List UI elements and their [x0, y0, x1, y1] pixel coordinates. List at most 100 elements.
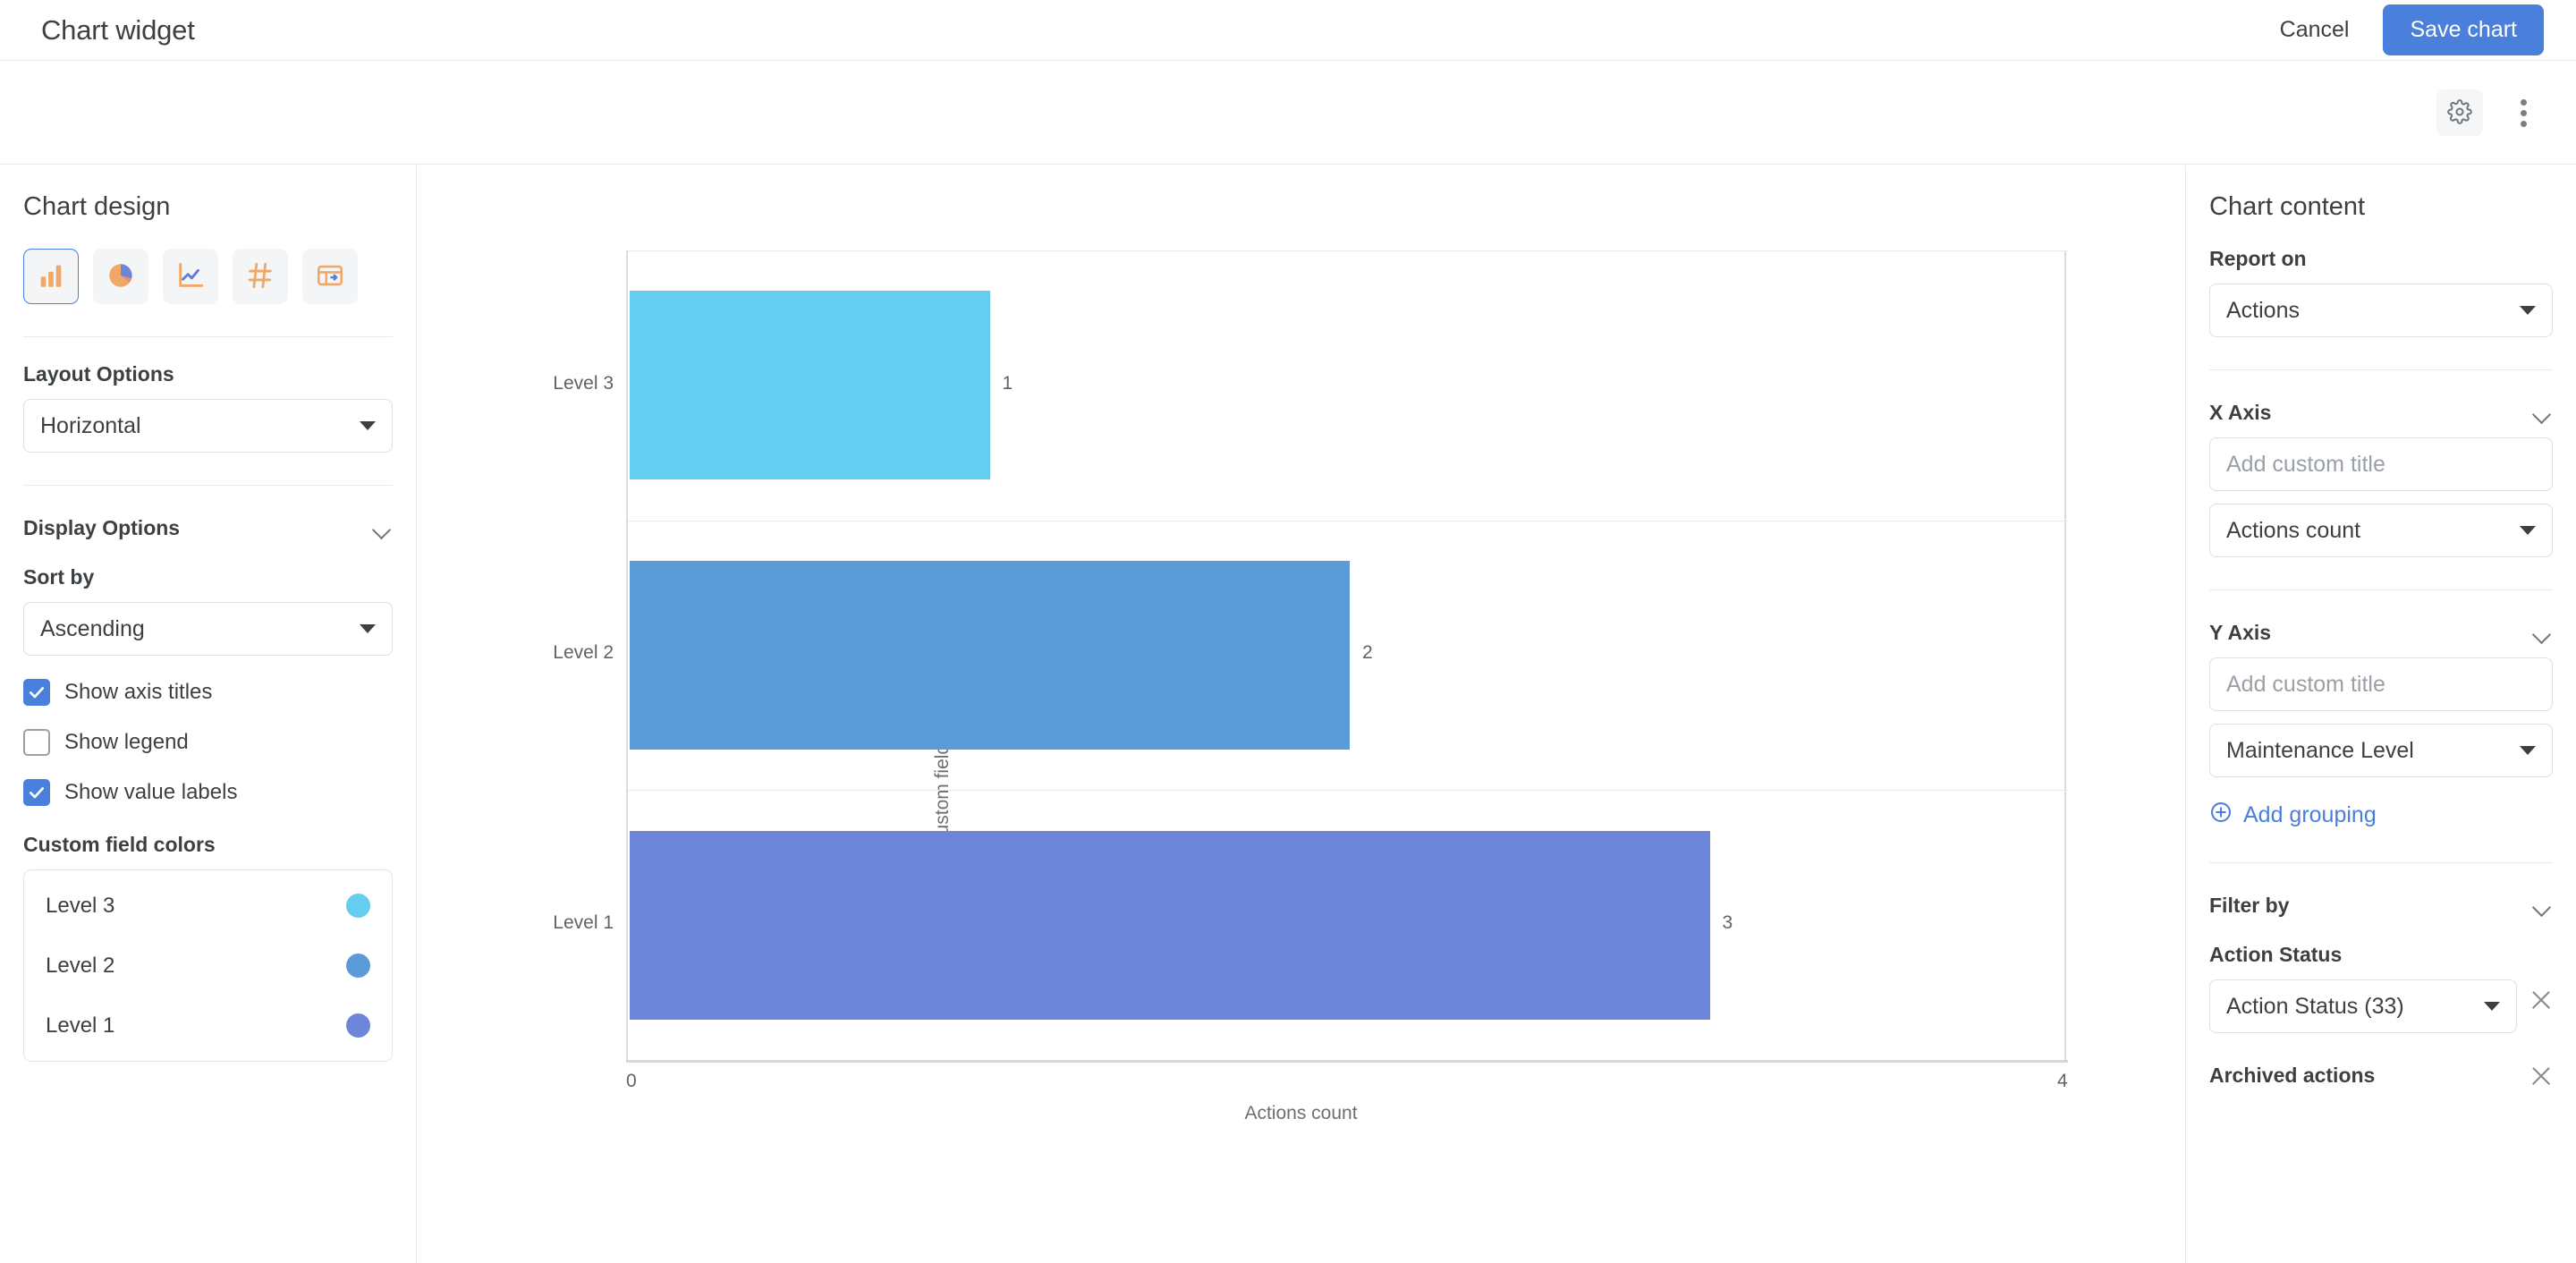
chart-bar[interactable]: Level 3 1: [553, 291, 1013, 480]
action-status-filter-row: Action Status (33): [2209, 967, 2553, 1033]
display-options-header[interactable]: Display Options: [23, 516, 393, 540]
save-chart-button[interactable]: Save chart: [2383, 4, 2544, 55]
chevron-down-icon[interactable]: [2533, 408, 2553, 419]
x-axis-field-select[interactable]: Actions count: [2209, 504, 2553, 557]
y-axis-custom-title-placeholder: Add custom title: [2226, 671, 2385, 697]
remove-action-status-filter-icon[interactable]: [2529, 988, 2553, 1012]
header-actions: Cancel Save chart: [2276, 4, 2544, 55]
chevron-down-icon: [2520, 526, 2536, 535]
y-axis-label: Y Axis: [2209, 621, 2272, 644]
color-item-label: Level 2: [46, 953, 115, 978]
archived-actions-label: Archived actions: [2209, 1064, 2376, 1087]
chart-type-number-button[interactable]: [233, 249, 288, 304]
remove-archived-actions-filter-icon[interactable]: [2529, 1064, 2553, 1088]
divider: [23, 336, 393, 337]
chart-type-bar-button[interactable]: [23, 249, 79, 304]
app-header: Chart widget Cancel Save chart: [0, 0, 2576, 61]
show-legend-label: Show legend: [64, 730, 189, 754]
show-axis-titles-checkbox[interactable]: [23, 679, 50, 706]
chart-plot-area: Level 3 1 Level 2 2 Level 1 3: [553, 250, 2068, 1060]
chart-bar[interactable]: Level 2 2: [553, 560, 1373, 750]
chart-category-label: Level 2: [553, 642, 614, 664]
chart-category-label: Level 1: [553, 912, 614, 934]
report-on-label: Report on: [2209, 247, 2307, 270]
layout-options-value: Horizontal: [40, 412, 141, 438]
color-swatch[interactable]: [346, 1013, 370, 1038]
y-axis-custom-title-field[interactable]: Add custom title: [2209, 657, 2553, 711]
show-legend-checkbox[interactable]: [23, 729, 50, 756]
filter-by-label: Filter by: [2209, 894, 2290, 917]
chart-design-title: Chart design: [23, 192, 171, 221]
x-axis-custom-title-field[interactable]: Add custom title: [2209, 437, 2553, 491]
divider: [2209, 589, 2553, 590]
chart-design-panel: Chart design Layout Options Horizontal D…: [0, 165, 417, 1263]
more-options-button[interactable]: [2503, 89, 2544, 136]
plus-circle-icon: [2209, 801, 2233, 830]
show-value-labels-checkbox[interactable]: [23, 779, 50, 806]
list-item: Level 2: [24, 936, 392, 996]
kebab-menu-icon: [2520, 98, 2527, 106]
list-item: Level 3: [24, 876, 392, 936]
layout-options-label: Layout Options: [23, 362, 174, 386]
chart-type-pie-button[interactable]: [93, 249, 148, 304]
chart-content-title: Chart content: [2209, 192, 2366, 221]
bar-chart-icon: [36, 260, 66, 293]
table-chart-icon: [315, 260, 345, 293]
chevron-down-icon[interactable]: [2533, 628, 2553, 639]
chevron-down-icon: [2520, 306, 2536, 315]
add-grouping-label: Add grouping: [2243, 802, 2377, 827]
sort-by-select[interactable]: Ascending: [23, 602, 393, 656]
chart-x-axis-title: Actions count: [1244, 1103, 1358, 1123]
show-legend-checkbox-row[interactable]: Show legend: [23, 729, 393, 756]
x-axis-header[interactable]: X Axis: [2209, 401, 2553, 425]
pie-chart-icon: [106, 260, 136, 293]
action-status-value: Action Status (33): [2226, 993, 2404, 1019]
chart-bar[interactable]: Level 1 3: [553, 830, 1733, 1020]
x-axis-field-value: Actions count: [2226, 517, 2361, 543]
chart-x-tick-label: 4: [2057, 1071, 2068, 1091]
divider: [2209, 369, 2553, 370]
y-axis-field-value: Maintenance Level: [2226, 737, 2414, 763]
chart-x-tick-label: 0: [626, 1071, 637, 1091]
report-on-select[interactable]: Actions: [2209, 284, 2553, 337]
chevron-down-icon: [2520, 746, 2536, 755]
custom-field-colors-label: Custom field colors: [23, 833, 216, 856]
cancel-button[interactable]: Cancel: [2276, 10, 2353, 50]
sort-by-label: Sort by: [23, 565, 95, 589]
add-grouping-button[interactable]: Add grouping: [2209, 801, 2553, 830]
gear-icon: [2447, 98, 2472, 127]
show-axis-titles-checkbox-row[interactable]: Show axis titles: [23, 679, 393, 706]
list-item: Level 1: [24, 996, 392, 1055]
action-status-label: Action Status: [2209, 943, 2343, 966]
y-axis-field-select[interactable]: Maintenance Level: [2209, 724, 2553, 777]
divider: [23, 485, 393, 486]
display-options-label: Display Options: [23, 516, 181, 539]
chart-gridline: [628, 250, 2068, 251]
settings-button[interactable]: [2436, 89, 2483, 136]
line-chart-icon: [175, 260, 206, 293]
filter-by-header[interactable]: Filter by: [2209, 894, 2553, 918]
chevron-down-icon[interactable]: [373, 523, 393, 534]
chart-gridline: [628, 790, 2068, 792]
action-status-select[interactable]: Action Status (33): [2209, 979, 2517, 1033]
y-axis-header[interactable]: Y Axis: [2209, 621, 2553, 645]
page-title: Chart widget: [41, 13, 195, 46]
chart-x-axis-line: [626, 1060, 2068, 1063]
divider: [2209, 862, 2553, 863]
custom-field-colors-list: Level 3 Level 2 Level 1: [23, 869, 393, 1062]
report-on-value: Actions: [2226, 297, 2300, 323]
layout-options-select[interactable]: Horizontal: [23, 399, 393, 453]
chart-value-label: 3: [1722, 912, 1733, 934]
color-swatch[interactable]: [346, 954, 370, 978]
color-swatch[interactable]: [346, 894, 370, 918]
chart-value-label: 2: [1362, 642, 1373, 664]
chart-value-label: 1: [1002, 372, 1013, 394]
number-chart-icon: [245, 260, 275, 293]
show-value-labels-checkbox-row[interactable]: Show value labels: [23, 779, 393, 806]
chart-type-line-button[interactable]: [163, 249, 218, 304]
color-item-label: Level 1: [46, 1013, 115, 1038]
archived-actions-row: Archived actions: [2209, 1064, 2553, 1088]
x-axis-custom-title-placeholder: Add custom title: [2226, 451, 2385, 477]
chevron-down-icon[interactable]: [2533, 901, 2553, 911]
chart-type-table-button[interactable]: [302, 249, 358, 304]
